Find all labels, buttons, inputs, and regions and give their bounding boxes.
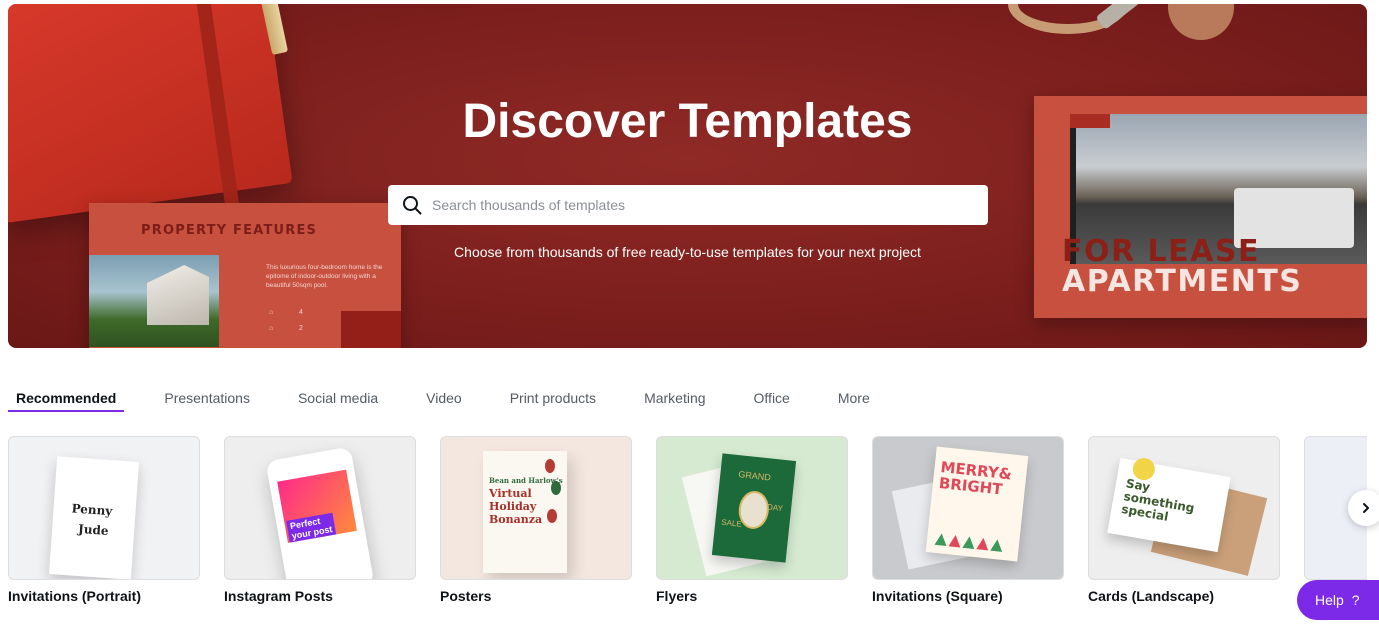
category-card-invitations-portrait[interactable]: Penny Jude Invitations (Portrait): [8, 436, 200, 604]
category-label[interactable]: Invitations (Square): [872, 588, 1064, 604]
category-card-posters[interactable]: Bean and Harlow's Virtual Holiday Bonanza…: [440, 436, 632, 604]
bed-icon: ⌂: [269, 309, 274, 316]
search-input[interactable]: [432, 197, 972, 213]
category-card-invitations-square[interactable]: MERRY& BRIGHT Invitations (Square): [872, 436, 1064, 604]
tab-recommended[interactable]: Recommended: [8, 382, 125, 422]
tab-print-products[interactable]: Print products: [502, 382, 604, 422]
template-search-bar[interactable]: [388, 185, 988, 225]
apartments-text: APARTMENTS: [1062, 264, 1303, 299]
bath-stat: ⌂ 2: [269, 325, 303, 332]
tab-presentations[interactable]: Presentations: [156, 382, 258, 422]
category-card-instagram-posts[interactable]: Perfect your post Instagram Posts: [224, 436, 416, 604]
tab-marketing[interactable]: Marketing: [636, 382, 713, 422]
category-tabs: Recommended Presentations Social media V…: [8, 382, 910, 422]
hero-banner: PROPERTY FEATURES This luxurious four-be…: [8, 4, 1367, 348]
bed-stat: ⌂ 4: [269, 309, 303, 316]
tab-more[interactable]: More: [830, 382, 878, 422]
property-features-title: PROPERTY FEATURES: [141, 223, 318, 238]
chevron-right-icon: [1363, 503, 1369, 513]
category-thumbnail[interactable]: Perfect your post: [224, 436, 416, 580]
template-category-carousel: Penny Jude Invitations (Portrait) Perfec…: [8, 436, 1367, 616]
house-photo: [89, 255, 219, 347]
keychain-decoration: [1168, 4, 1234, 40]
property-features-card: PROPERTY FEATURES This luxurious four-be…: [89, 203, 401, 348]
hero-subtitle: Choose from thousands of free ready-to-u…: [454, 244, 921, 260]
category-card-cards-landscape[interactable]: Say something special Cards (Landscape): [1088, 436, 1280, 604]
category-label[interactable]: Posters: [440, 588, 632, 604]
tab-social-media[interactable]: Social media: [290, 382, 386, 422]
category-thumbnail[interactable]: Penny Jude: [8, 436, 200, 580]
category-label[interactable]: Instagram Posts: [224, 588, 416, 604]
help-label: Help: [1315, 592, 1344, 608]
category-thumbnail[interactable]: Bean and Harlow's Virtual Holiday Bonanza: [440, 436, 632, 580]
carousel-next-button[interactable]: [1348, 490, 1379, 526]
category-label[interactable]: Flyers: [656, 588, 848, 604]
category-thumbnail[interactable]: MERRY& BRIGHT: [872, 436, 1064, 580]
page-title: Discover Templates: [462, 95, 913, 148]
bath-icon: ⌂: [269, 325, 274, 332]
category-thumbnail[interactable]: GRAND DAY SALE: [656, 436, 848, 580]
category-thumbnail[interactable]: Say something special: [1088, 436, 1280, 580]
category-card-flyers[interactable]: GRAND DAY SALE Flyers: [656, 436, 848, 604]
question-mark-icon: ?: [1351, 592, 1360, 608]
property-description: This luxurious four-bedroom home is the …: [266, 264, 383, 289]
tab-office[interactable]: Office: [746, 382, 798, 422]
tab-video[interactable]: Video: [418, 382, 470, 422]
help-button[interactable]: Help ?: [1297, 580, 1379, 620]
key-decoration: [1095, 4, 1161, 30]
category-label[interactable]: Cards (Landscape): [1088, 588, 1280, 604]
category-label[interactable]: Invitations (Portrait): [8, 588, 200, 604]
search-icon: [403, 196, 422, 215]
